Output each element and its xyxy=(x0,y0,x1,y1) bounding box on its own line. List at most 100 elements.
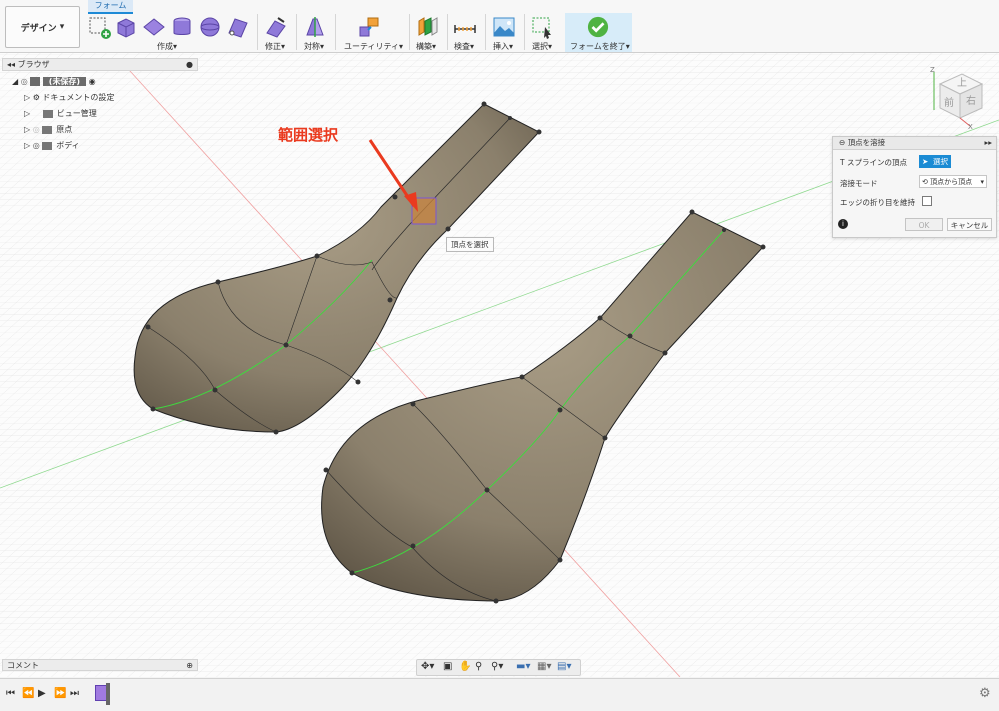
viewports-icon[interactable]: ▤▾ xyxy=(557,661,571,672)
collapse-dialog-icon[interactable]: ⊖ xyxy=(839,138,845,147)
timeline-marker[interactable] xyxy=(106,683,110,705)
play-icon[interactable]: ▶ xyxy=(38,688,46,699)
step-forward-icon[interactable]: ⏩ xyxy=(54,688,66,699)
info-icon[interactable]: i xyxy=(838,219,848,229)
document-icon xyxy=(30,77,41,86)
go-to-start-icon[interactable]: ⏮ xyxy=(6,688,15,699)
folder-icon xyxy=(42,109,53,118)
tree-item-document-settings[interactable]: ▷ ⚙ ドキュメントの設定 xyxy=(24,91,114,105)
folder-icon xyxy=(42,125,53,134)
cylinder-icon[interactable] xyxy=(170,15,194,39)
zoom-icon[interactable]: ⚲ xyxy=(475,661,482,672)
select-vertices-button[interactable]: ➤ 選択 xyxy=(919,155,951,168)
ok-button[interactable]: OK xyxy=(905,218,943,231)
expand-icon[interactable]: ▸▸ xyxy=(984,137,992,149)
tree-item-bodies[interactable]: ▷ ◎ ボディ xyxy=(24,139,80,153)
symmetry-menu[interactable]: 対称▾ xyxy=(304,41,324,52)
cancel-button[interactable]: キャンセル xyxy=(947,218,992,231)
browser-header[interactable]: ◂◂ ブラウザ ● xyxy=(2,58,198,71)
navigation-bar: ✥▾ ▣ ✋ ⚲ ⚲▾ ▬▾ ▦▾ ▤▾ xyxy=(416,659,581,676)
activate-radio-icon[interactable]: ◉ xyxy=(89,77,96,86)
finish-form-button[interactable]: フォームを終了▾ xyxy=(565,13,632,52)
select-menu[interactable]: 選択▾ xyxy=(532,41,552,52)
separator xyxy=(335,14,336,50)
tree-label: ビュー管理 xyxy=(56,109,97,118)
sphere-icon[interactable] xyxy=(198,15,222,39)
box-icon[interactable] xyxy=(114,15,138,39)
look-at-icon[interactable]: ▣ xyxy=(443,661,452,672)
inspect-menu[interactable]: 検査▾ xyxy=(454,41,474,52)
utilities-menu[interactable]: ユーティリティ▾ xyxy=(344,41,403,52)
comments-title: コメント xyxy=(7,661,39,670)
orbit-icon[interactable]: ✥▾ xyxy=(421,661,434,672)
measure-icon[interactable] xyxy=(453,15,477,39)
symmetry-icon[interactable] xyxy=(303,15,327,39)
tab-form[interactable]: フォーム xyxy=(88,0,133,14)
separator xyxy=(485,14,486,50)
gear-icon[interactable]: ⚙ xyxy=(979,686,991,701)
axis-x-label: X xyxy=(968,123,973,131)
dialog-header[interactable]: ⊖ 頂点を溶接 ▸▸ xyxy=(833,137,996,150)
insert-image-icon[interactable] xyxy=(492,15,516,39)
tooltip: 頂点を選択 xyxy=(446,237,494,252)
dialog-title: 頂点を溶接 xyxy=(847,138,886,147)
workspace-label: デザイン xyxy=(20,23,57,34)
tree-label: ボディ xyxy=(56,141,80,150)
weld-mode-value: 頂点から頂点 xyxy=(930,178,973,186)
fit-icon[interactable]: ⚲▾ xyxy=(491,661,503,672)
add-comment-icon[interactable]: ⊕ xyxy=(186,660,193,672)
go-to-end-icon[interactable]: ⏭ xyxy=(70,688,79,699)
axis-z-label: Z xyxy=(930,66,935,74)
viewcube[interactable]: 上 前 右 Z X xyxy=(922,66,988,132)
quadball-icon[interactable] xyxy=(226,15,250,39)
separator xyxy=(257,14,258,50)
cursor-icon: ➤ xyxy=(922,157,929,166)
utilities-icon[interactable] xyxy=(357,15,381,39)
separator xyxy=(447,14,448,50)
chevron-down-icon: ▾ xyxy=(980,178,984,186)
comments-panel[interactable]: コメント ⊕ xyxy=(2,659,198,671)
viewcube-right-face[interactable]: 右 xyxy=(966,92,976,107)
workspace-switcher[interactable]: デザイン ▾ xyxy=(5,6,80,48)
eye-hidden-icon[interactable]: ◎ xyxy=(33,125,40,134)
checkmark-icon xyxy=(587,16,609,38)
finish-form-label: フォームを終了▾ xyxy=(570,42,630,51)
separator xyxy=(409,14,410,50)
eye-icon[interactable]: ◎ xyxy=(33,141,40,150)
tree-root[interactable]: ◢ ◎ (未保存) ◉ xyxy=(12,75,96,89)
timeline-bar: ⏮ ⏪ ▶ ⏩ ⏭ ⚙ xyxy=(0,678,999,711)
toolbar: デザイン ▾ フォーム 作成▾ 修正▾ 対称▾ ユーティリティ▾ 構築▾ 検査▾… xyxy=(0,0,999,53)
create-form-sketch-icon[interactable] xyxy=(87,15,111,39)
plane-icon[interactable] xyxy=(142,15,166,39)
keep-crease-label: エッジの折り目を維持 xyxy=(840,198,915,207)
weld-mode-label: 溶接モード xyxy=(840,179,878,188)
separator xyxy=(524,14,525,50)
tree-label: 原点 xyxy=(56,125,73,134)
modify-edit-form-icon[interactable] xyxy=(264,15,288,39)
tree-label: ドキュメントの設定 xyxy=(42,93,115,102)
grid-settings-icon[interactable]: ▦▾ xyxy=(537,661,551,672)
weld-mode-dropdown[interactable]: ⟲ 頂点から頂点 ▾ xyxy=(919,175,987,188)
collapse-icon[interactable]: ● xyxy=(186,59,193,70)
browser-title: ブラウザ xyxy=(17,60,50,69)
browser-panel: ◂◂ ブラウザ ● ◢ ◎ (未保存) ◉ ▷ ⚙ ドキュメントの設定 ▷ ビュ… xyxy=(2,58,198,154)
display-settings-icon[interactable]: ▬▾ xyxy=(516,661,530,672)
tree-item-origin[interactable]: ▷ ◎ 原点 xyxy=(24,123,72,137)
viewcube-front-face[interactable]: 前 xyxy=(944,94,954,109)
tree-item-named-views[interactable]: ▷ ビュー管理 xyxy=(24,107,97,121)
folder-icon xyxy=(42,141,53,150)
weld-mode-icon: ⟲ xyxy=(922,178,928,186)
keep-crease-checkbox[interactable] xyxy=(922,196,932,206)
insert-menu[interactable]: 挿入▾ xyxy=(493,41,513,52)
step-back-icon[interactable]: ⏪ xyxy=(22,688,34,699)
pan-icon[interactable]: ✋ xyxy=(459,661,471,672)
construct-menu[interactable]: 構築▾ xyxy=(416,41,436,52)
separator xyxy=(296,14,297,50)
create-menu[interactable]: 作成▾ xyxy=(157,41,177,52)
construct-icon[interactable] xyxy=(416,15,440,39)
select-button-label: 選択 xyxy=(933,157,948,166)
select-icon[interactable] xyxy=(531,15,555,39)
tspline-vertex-label: T スプラインの頂点 xyxy=(840,158,907,167)
viewcube-top-face[interactable]: 上 xyxy=(957,74,967,89)
modify-menu[interactable]: 修正▾ xyxy=(265,41,285,52)
